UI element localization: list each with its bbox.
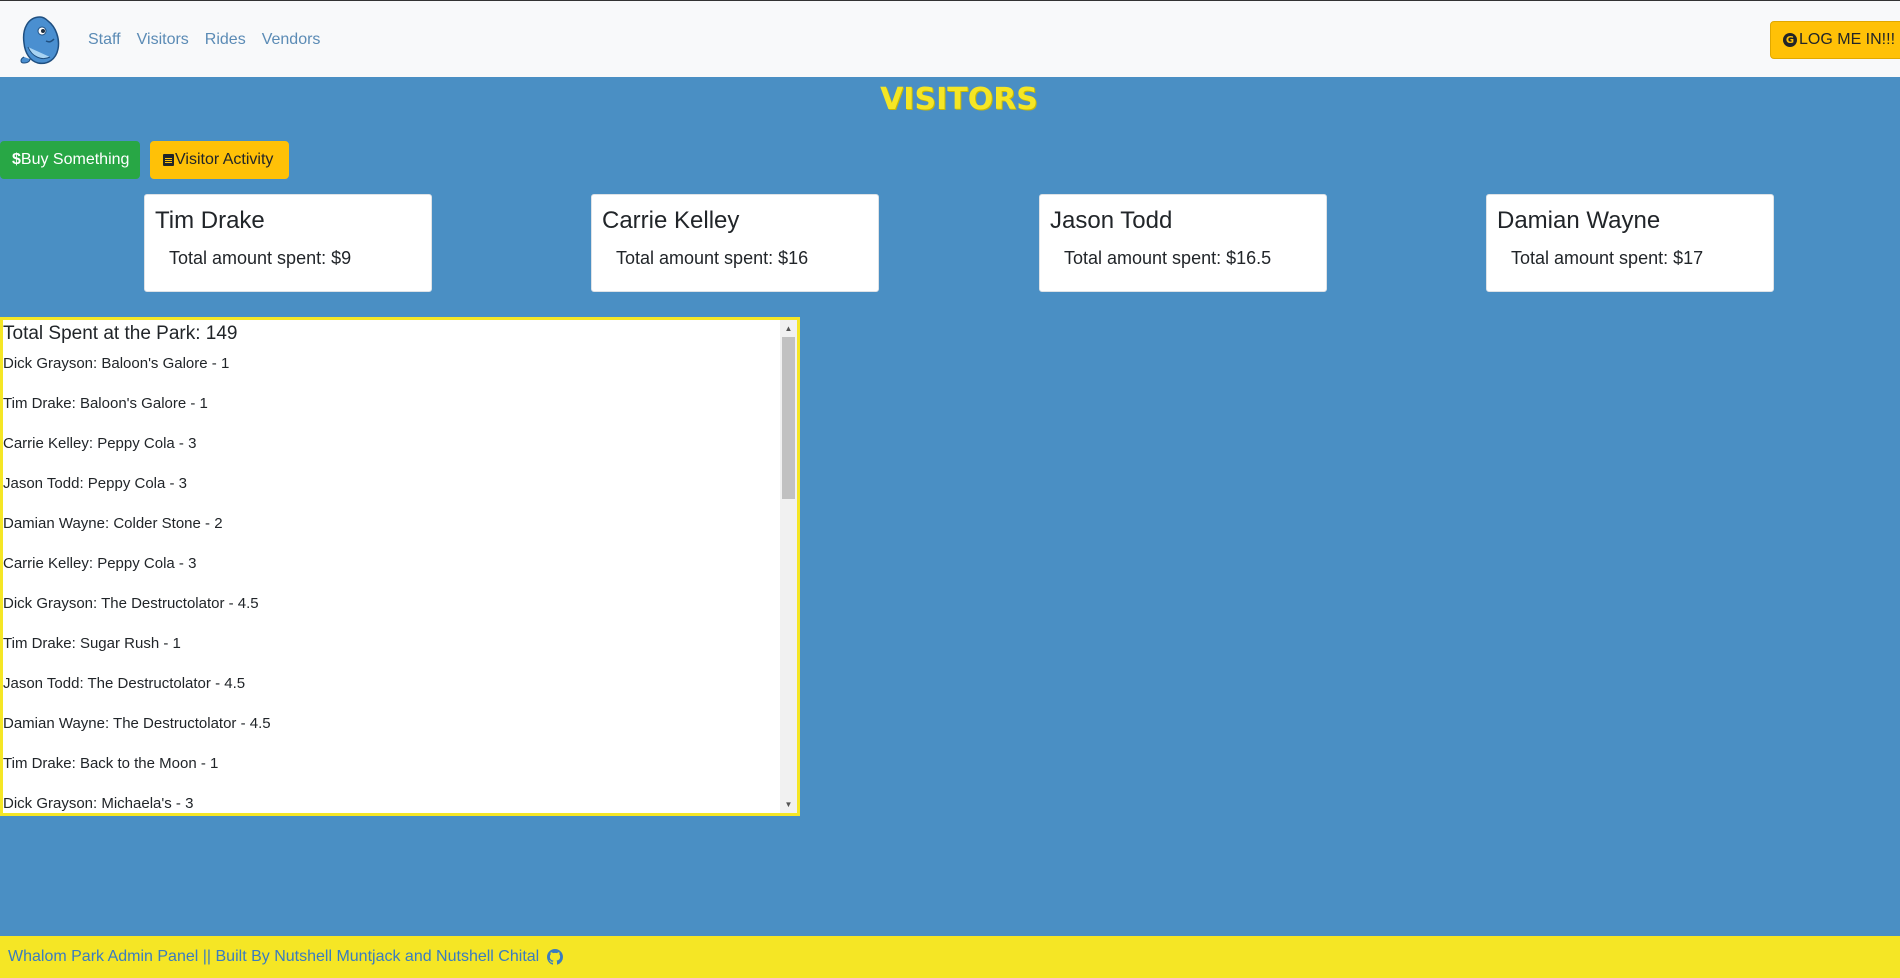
login-button-label: LOG ME IN!!! bbox=[1799, 31, 1896, 48]
visitor-amount: Total amount spent: $16.5 bbox=[1064, 248, 1272, 268]
visitor-card: Carrie Kelley Total amount spent: $16 bbox=[591, 194, 879, 292]
activity-item: Carrie Kelley: Peppy Cola - 3 bbox=[3, 555, 197, 572]
buy-something-button[interactable]: $ Buy Something bbox=[0, 141, 140, 179]
visitor-name: Jason Todd bbox=[1050, 207, 1173, 234]
visitor-name: Carrie Kelley bbox=[602, 207, 740, 234]
activity-panel[interactable]: Total Spent at the Park: 149 Dick Grayso… bbox=[0, 317, 800, 816]
activity-item: Damian Wayne: The Destructolator - 4.5 bbox=[3, 715, 271, 732]
calendar-icon bbox=[163, 154, 174, 166]
login-button[interactable]: G LOG ME IN!!! bbox=[1770, 21, 1900, 59]
nav-link-visitors[interactable]: Visitors bbox=[137, 31, 189, 49]
activity-item: Damian Wayne: Colder Stone - 2 bbox=[3, 515, 223, 532]
visitor-card: Damian Wayne Total amount spent: $17 bbox=[1486, 194, 1774, 292]
activity-scrollbar[interactable]: ▲ ▼ bbox=[780, 320, 797, 813]
activity-item: Jason Todd: The Destructolator - 4.5 bbox=[3, 675, 246, 692]
dollar-icon: $ bbox=[12, 151, 21, 168]
activity-item: Dick Grayson: The Destructolator - 4.5 bbox=[3, 595, 259, 612]
scroll-down-arrow-icon[interactable]: ▼ bbox=[780, 796, 797, 813]
nav-links: Staff Visitors Rides Vendors bbox=[88, 1, 320, 78]
activity-total-title: Total Spent at the Park: 149 bbox=[3, 323, 238, 344]
visitor-card: Tim Drake Total amount spent: $9 bbox=[144, 194, 432, 292]
buy-something-label: Buy Something bbox=[20, 151, 130, 168]
navbar: Staff Visitors Rides Vendors G LOG ME IN… bbox=[0, 0, 1900, 77]
activity-item: Dick Grayson: Michaela's - 3 bbox=[3, 795, 194, 812]
visitor-amount: Total amount spent: $9 bbox=[169, 248, 352, 268]
visitor-card: Jason Todd Total amount spent: $16.5 bbox=[1039, 194, 1327, 292]
activity-item: Tim Drake: Baloon's Galore - 1 bbox=[3, 395, 208, 412]
github-icon[interactable] bbox=[547, 949, 564, 965]
visitor-name: Damian Wayne bbox=[1497, 207, 1661, 234]
activity-item: Tim Drake: Sugar Rush - 1 bbox=[3, 635, 181, 652]
activity-list: Dick Grayson: Baloon's Galore - 1 Tim Dr… bbox=[3, 355, 779, 813]
nav-link-vendors[interactable]: Vendors bbox=[262, 31, 321, 49]
google-icon: G bbox=[1783, 33, 1797, 47]
visitor-amount: Total amount spent: $16 bbox=[616, 248, 809, 268]
visitor-amount: Total amount spent: $17 bbox=[1511, 248, 1704, 268]
whale-logo-icon[interactable] bbox=[18, 13, 62, 65]
page-title: VISITORS bbox=[880, 82, 1038, 117]
activity-item: Jason Todd: Peppy Cola - 3 bbox=[3, 475, 188, 492]
visitor-activity-label: Visitor Activity bbox=[175, 151, 274, 168]
activity-item: Carrie Kelley: Peppy Cola - 3 bbox=[3, 435, 197, 452]
scroll-thumb[interactable] bbox=[782, 337, 795, 499]
scroll-up-arrow-icon[interactable]: ▲ bbox=[780, 320, 797, 337]
visitor-activity-button[interactable]: Visitor Activity bbox=[150, 141, 289, 179]
footer: Whalom Park Admin Panel || Built By Nuts… bbox=[0, 936, 1900, 978]
activity-item: Dick Grayson: Baloon's Galore - 1 bbox=[3, 355, 230, 372]
nav-link-rides[interactable]: Rides bbox=[205, 31, 246, 49]
visitor-name: Tim Drake bbox=[155, 207, 265, 234]
footer-text[interactable]: Whalom Park Admin Panel || Built By Nuts… bbox=[8, 948, 539, 966]
activity-item: Tim Drake: Back to the Moon - 1 bbox=[3, 755, 219, 772]
nav-link-staff[interactable]: Staff bbox=[88, 31, 121, 49]
